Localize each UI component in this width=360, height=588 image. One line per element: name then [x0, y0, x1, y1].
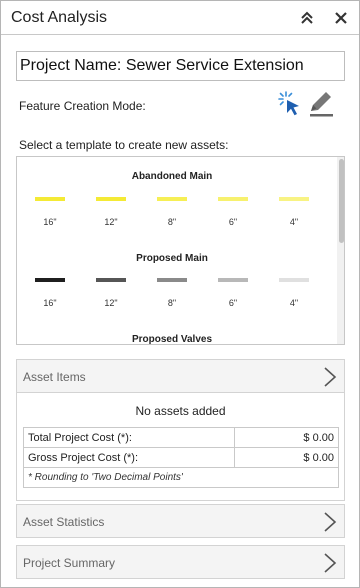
template-swatch[interactable]	[279, 278, 309, 282]
empty-assets-message: No assets added	[135, 404, 226, 418]
template-size-label: 8"	[167, 298, 177, 308]
table-row: Gross Project Cost (*): $ 0.00	[23, 447, 339, 468]
template-size-label: 4"	[289, 298, 299, 308]
gross-cost-label: Gross Project Cost (*):	[23, 447, 235, 468]
template-swatch[interactable]	[96, 197, 126, 201]
panel-header: Cost Analysis	[1, 1, 359, 35]
template-size-label: 6"	[228, 217, 238, 227]
double-chevron-up-icon[interactable]	[297, 8, 317, 28]
rounding-note: * Rounding to 'Two Decimal Points'	[23, 467, 339, 488]
template-scrollbar-thumb[interactable]	[339, 159, 344, 243]
project-name: Project Name: Sewer Service Extension	[20, 57, 304, 74]
template-size-label: 16"	[43, 217, 57, 227]
section-label: Project Summary	[23, 556, 116, 570]
section-label: Asset Items	[23, 370, 86, 384]
gross-cost-value: $ 0.00	[234, 447, 339, 468]
template-swatch[interactable]	[35, 197, 65, 201]
template-swatch[interactable]	[157, 197, 187, 201]
chevron-right-icon	[323, 552, 337, 574]
close-icon[interactable]	[331, 8, 351, 28]
template-size-label: 16"	[43, 298, 57, 308]
template-picker: Abandoned Main 16" 12" 8" 6" 4" Proposed…	[16, 156, 345, 345]
cost-table: Total Project Cost (*): $ 0.00 Gross Pro…	[23, 427, 339, 488]
project-name-box: Project Name: Sewer Service Extension	[16, 51, 345, 81]
template-size-label: 4"	[289, 217, 299, 227]
asset-statistics-section[interactable]: Asset Statistics	[16, 504, 345, 538]
template-size-label: 6"	[228, 298, 238, 308]
project-summary-section[interactable]: Project Summary	[16, 545, 345, 579]
template-swatch[interactable]	[218, 278, 248, 282]
asset-items-section[interactable]: Asset Items	[16, 359, 345, 393]
chevron-right-icon	[323, 366, 337, 388]
template-swatch[interactable]	[35, 278, 65, 282]
template-size-label: 12"	[104, 217, 118, 227]
template-size-label: 12"	[104, 298, 118, 308]
cost-analysis-panel: Cost Analysis Project Name: Sewer Servic…	[0, 0, 360, 588]
chevron-right-icon	[323, 511, 337, 533]
table-row: * Rounding to 'Two Decimal Points'	[23, 467, 339, 488]
template-swatch[interactable]	[96, 278, 126, 282]
template-swatch[interactable]	[218, 197, 248, 201]
template-group-title: Proposed Valves	[131, 334, 213, 345]
template-swatch[interactable]	[157, 278, 187, 282]
asset-items-body: No assets added Total Project Cost (*): …	[16, 393, 345, 501]
table-row: Total Project Cost (*): $ 0.00	[23, 427, 339, 448]
total-cost-label: Total Project Cost (*):	[23, 427, 235, 448]
pencil-icon[interactable]	[307, 90, 335, 118]
select-cursor-icon[interactable]	[277, 90, 303, 118]
feature-creation-mode-label: Feature Creation Mode:	[19, 99, 146, 113]
template-group-title: Proposed Main	[136, 253, 208, 264]
template-size-label: 8"	[167, 217, 177, 227]
template-swatch[interactable]	[279, 197, 309, 201]
total-cost-value: $ 0.00	[234, 427, 339, 448]
panel-title: Cost Analysis	[11, 9, 108, 26]
section-label: Asset Statistics	[23, 515, 105, 529]
template-instructions: Select a template to create new assets:	[19, 138, 229, 152]
template-group-title: Abandoned Main	[131, 171, 213, 182]
